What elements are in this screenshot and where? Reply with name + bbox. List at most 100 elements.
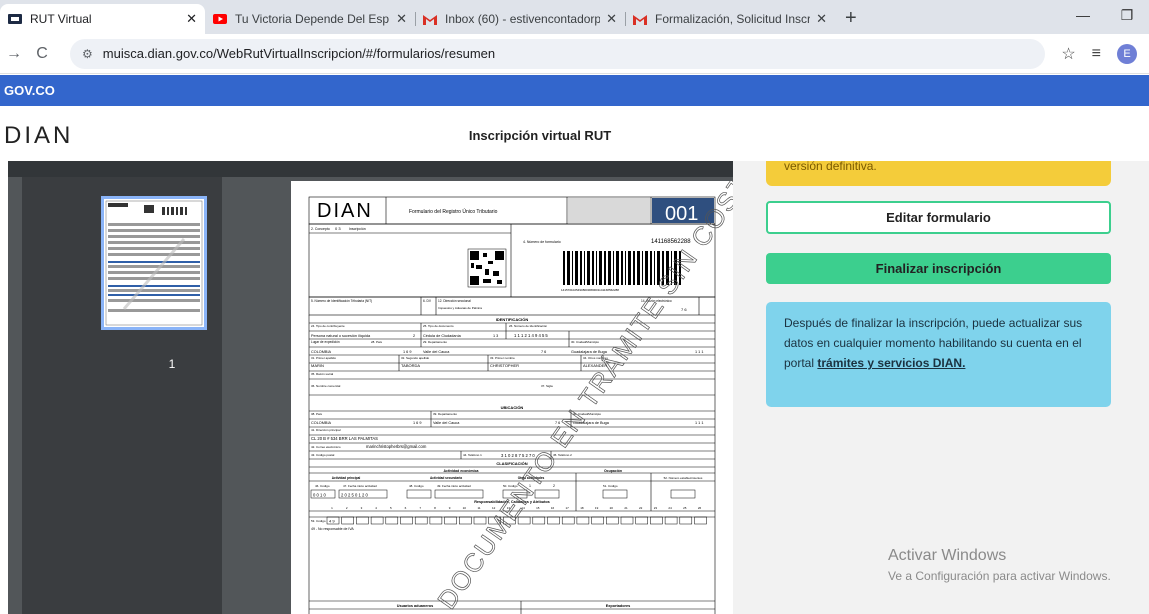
rut-icon <box>8 12 22 26</box>
close-icon[interactable]: ✕ <box>816 11 827 27</box>
responsibility-number: 10 <box>463 506 467 510</box>
form-label: 43. Código postal <box>311 453 335 457</box>
responsibility-box <box>444 516 457 525</box>
responsibility-box <box>620 516 634 525</box>
gov-co-bar: GOV.CO <box>0 75 1149 106</box>
restore-button[interactable]: ❐ <box>1105 7 1149 24</box>
form-value: 2 <box>413 334 415 338</box>
responsibility-box <box>414 516 428 525</box>
form-value: 2 0 2 5 0 1 2 0 <box>341 493 368 498</box>
close-icon[interactable]: ✕ <box>396 11 407 27</box>
responsibility-number: 22 <box>639 506 643 510</box>
responsibility-box <box>664 516 678 525</box>
form-value: Valle del Cauca <box>423 350 450 354</box>
responsibility-number: 11 <box>477 506 480 510</box>
responsibility-number: 9 <box>449 506 451 510</box>
page-header: DIAN Inscripción virtual RUT <box>0 106 1149 161</box>
minimize-button[interactable]: — <box>1061 7 1105 23</box>
form-label: 32. Segundo apellido <box>401 356 430 360</box>
responsibility-box <box>532 516 546 525</box>
tab-gmail-formalizacion[interactable]: Formalización, Solicitud Inscripc ✕ <box>625 4 835 34</box>
responsibility-box <box>459 516 472 525</box>
form-value: Valle del Cauca <box>433 421 460 425</box>
form-label: 29. Departamento <box>423 340 447 344</box>
responsibility-box <box>635 516 648 525</box>
form-value: 7 6 <box>681 307 687 312</box>
responsibility-box <box>370 516 384 525</box>
forward-icon[interactable]: → <box>0 45 28 63</box>
responsibility-box <box>400 516 413 525</box>
close-icon[interactable]: ✕ <box>606 11 617 27</box>
site-info-icon[interactable]: ⚙ <box>82 47 93 61</box>
section-title: Usuarios aduaneros <box>397 604 434 608</box>
responsibility-box <box>356 516 369 525</box>
section-title: Ocupación <box>604 469 622 473</box>
tab-rut-virtual[interactable]: RUT Virtual ✕ <box>0 4 205 34</box>
tab-title: Formalización, Solicitud Inscripc <box>655 12 811 26</box>
form-value: CL 20 B # 534 BRR LAS PALMITAS <box>311 436 378 441</box>
responsibility-number: 19 <box>595 506 599 510</box>
form-label: 33. Primer nombre <box>490 356 515 360</box>
responsibility-box <box>385 516 399 525</box>
form-value: 4 9 <box>329 519 335 524</box>
reading-list-icon[interactable]: ≡ <box>1092 45 1101 63</box>
bookmark-star-icon[interactable]: ☆ <box>1061 44 1075 64</box>
responsibility-box <box>679 516 693 525</box>
tab-youtube[interactable]: Tu Victoria Depende Del Espíriti ✕ <box>205 4 415 34</box>
section-title: UBICACIÓN <box>501 405 524 410</box>
form-value: 1 3 <box>493 334 498 338</box>
form-label: 30. Ciudad/Municipio <box>571 340 599 344</box>
close-icon[interactable]: ✕ <box>186 11 197 27</box>
responsibility-number: 7 <box>419 506 421 510</box>
youtube-icon <box>213 12 227 26</box>
url-field[interactable]: ⚙ muisca.dian.gov.co/WebRutVirtualInscri… <box>70 38 1045 69</box>
responsibility-number: 5 <box>390 506 392 510</box>
responsibility-number: 21 <box>624 506 628 510</box>
form-value: 7 6 <box>541 350 546 354</box>
form-label: Actividad principal <box>332 476 361 480</box>
form-value: marinchristopherbrs@gmail.com <box>366 444 427 449</box>
tab-title: Inbox (60) - estivencontadorpul <box>445 12 601 26</box>
form-label: 12. Dirección seccional <box>438 299 471 303</box>
tramites-link[interactable]: trámites y servicios DIAN. <box>817 356 965 370</box>
watermark-text: DOCUMENTO EN TRÁMITE SIN COSTO <box>431 181 733 614</box>
form-label: 41. Dirección principal <box>311 428 341 432</box>
responsibility-box <box>576 516 590 525</box>
form-label: 36. Nombre comercial <box>311 384 341 388</box>
responsibility-number: 3 <box>361 506 363 510</box>
responsibility-number: 1 <box>331 506 333 510</box>
responsibility-number: 23 <box>654 506 658 510</box>
responsibility-box <box>591 516 604 525</box>
gov-co-logo[interactable]: GOV.CO <box>4 83 55 98</box>
responsibility-box <box>694 516 707 525</box>
form-value: 0 3 <box>335 226 341 231</box>
form-value: COLOMBIA <box>311 350 332 354</box>
form-label: 38. País <box>311 412 323 416</box>
form-value: 1 1 1 2 1 4 9 4 5 5 <box>514 333 548 338</box>
tab-gmail-inbox[interactable]: Inbox (60) - estivencontadorpul ✕ <box>415 4 625 34</box>
responsibility-number: 25 <box>683 506 687 510</box>
form-value: COLOMBIA <box>311 421 332 425</box>
responsibility-number: 6 <box>405 506 407 510</box>
thumbnail-sidebar: 1 <box>22 177 222 614</box>
form-logo: DIAN <box>317 200 373 222</box>
profile-avatar[interactable]: E <box>1117 43 1137 64</box>
form-label: 44. Teléfono 1 <box>463 453 482 457</box>
responsibility-number: 8 <box>434 506 436 510</box>
info-box: Después de finalizar la inscripción, pue… <box>766 302 1111 407</box>
reload-icon[interactable]: C <box>28 45 56 63</box>
form-value: Cédula de Ciudadanía <box>423 334 462 338</box>
form-label: 37. Sigla <box>541 384 553 388</box>
responsibility-box <box>341 516 354 525</box>
page-thumbnail[interactable] <box>101 196 207 330</box>
form-label: 6. DV <box>423 299 432 303</box>
form-label: 26. Número de Identificación <box>509 324 548 328</box>
form-value: 1 1 1 <box>695 421 703 425</box>
edit-form-button[interactable]: Editar formulario <box>766 201 1111 234</box>
form-label: 25. Tipo de documento <box>423 324 454 328</box>
new-tab-button[interactable]: + <box>845 7 857 30</box>
form-value: CHRISTOPHER <box>490 363 519 368</box>
responsibility-box <box>650 516 663 525</box>
finalize-button[interactable]: Finalizar inscripción <box>766 253 1111 284</box>
warning-text: versión definitiva. <box>784 161 877 173</box>
